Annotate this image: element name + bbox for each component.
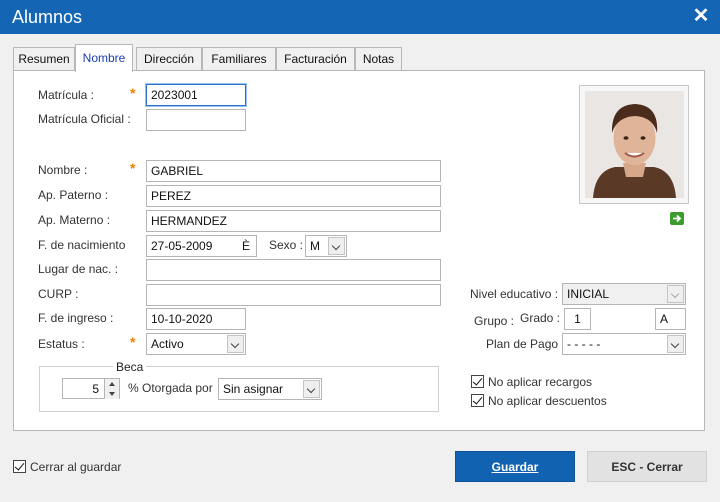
tab-direccion[interactable]: Dirección bbox=[136, 47, 202, 71]
required-mark: * bbox=[130, 85, 136, 101]
grado-input[interactable]: 1 bbox=[564, 308, 591, 330]
otorgada-label: Otorgada por bbox=[142, 381, 213, 395]
student-photo-icon bbox=[585, 91, 684, 198]
sexo-select[interactable]: M bbox=[305, 235, 347, 257]
nivel-educativo-label: Nivel educativo : bbox=[470, 287, 559, 301]
no-aplicar-recargos-label: No aplicar recargos bbox=[488, 375, 593, 389]
tab-notas[interactable]: Notas bbox=[355, 47, 402, 71]
chevron-down-icon[interactable] bbox=[227, 335, 244, 353]
f-nacimiento-label: F. de nacimiento bbox=[38, 238, 126, 252]
f-nacimiento-input[interactable]: 27-05-2009 È bbox=[146, 235, 257, 257]
student-photo-frame[interactable] bbox=[579, 85, 689, 204]
ap-paterno-input[interactable]: PEREZ bbox=[146, 185, 441, 207]
beca-legend: Beca bbox=[113, 360, 147, 374]
ap-materno-input[interactable]: HERMANDEZ bbox=[146, 210, 441, 232]
f-nacimiento-value: 27-05-2009 bbox=[151, 239, 213, 253]
beca-percent-value: 5 bbox=[92, 382, 99, 396]
tab-resumen[interactable]: Resumen bbox=[13, 47, 75, 71]
save-button-label: Guardar bbox=[491, 460, 539, 474]
required-mark: * bbox=[130, 334, 136, 350]
spinner-icon[interactable] bbox=[104, 379, 119, 399]
chevron-down-icon[interactable] bbox=[303, 380, 320, 398]
grado-label: Grado : bbox=[520, 311, 561, 325]
ap-paterno-label: Ap. Paterno : bbox=[38, 188, 109, 202]
no-aplicar-descuentos-checkbox[interactable] bbox=[471, 394, 484, 407]
arrow-right-icon bbox=[673, 214, 682, 223]
chevron-down-icon[interactable] bbox=[667, 335, 684, 353]
curp-label: CURP : bbox=[38, 287, 79, 301]
plan-pago-select[interactable]: - - - - - bbox=[562, 333, 686, 355]
save-button[interactable]: Guardar bbox=[455, 451, 575, 482]
tab-familiares[interactable]: Familiares bbox=[202, 47, 276, 71]
curp-input[interactable] bbox=[146, 284, 441, 306]
green-arrow-icon[interactable] bbox=[670, 212, 684, 225]
estatus-select[interactable]: Activo bbox=[146, 333, 246, 355]
lugar-nac-input[interactable] bbox=[146, 259, 441, 281]
close-icon[interactable]: ✕ bbox=[690, 5, 712, 27]
tab-nombre[interactable]: Nombre bbox=[75, 44, 133, 72]
f-ingreso-input[interactable]: 10-10-2020 bbox=[146, 308, 246, 330]
beca-percent-input[interactable]: 5 bbox=[62, 378, 120, 399]
plan-pago-value: - - - - - bbox=[567, 337, 601, 351]
cerrar-al-guardar-checkbox[interactable] bbox=[13, 460, 26, 473]
estatus-label: Estatus : bbox=[38, 337, 85, 351]
student-photo bbox=[585, 91, 684, 198]
matricula-oficial-input[interactable] bbox=[146, 109, 246, 131]
matricula-oficial-label: Matrícula Oficial : bbox=[38, 112, 131, 126]
grupo-input[interactable]: A bbox=[655, 308, 686, 330]
tab-panel: Matrícula : * 2023001 Matrícula Oficial … bbox=[13, 70, 705, 431]
title-bar: Alumnos ✕ bbox=[0, 0, 720, 34]
no-aplicar-recargos-checkbox[interactable] bbox=[471, 375, 484, 388]
required-mark: * bbox=[130, 160, 136, 176]
close-button[interactable]: ESC - Cerrar bbox=[587, 451, 707, 482]
lugar-nac-label: Lugar de nac. : bbox=[38, 262, 119, 276]
tab-facturacion[interactable]: Facturación bbox=[276, 47, 355, 71]
matricula-input[interactable]: 2023001 bbox=[146, 84, 246, 106]
matricula-label: Matrícula : bbox=[38, 88, 95, 102]
cerrar-al-guardar-label: Cerrar al guardar bbox=[30, 460, 122, 474]
plan-pago-label: Plan de Pago bbox=[486, 337, 559, 351]
window-title: Alumnos bbox=[12, 7, 83, 27]
date-picker-icon[interactable]: È bbox=[242, 236, 250, 256]
nombre-label: Nombre : bbox=[38, 163, 88, 177]
beca-percent-label: % bbox=[128, 381, 139, 395]
estatus-value: Activo bbox=[151, 337, 184, 351]
chevron-down-icon[interactable] bbox=[328, 237, 345, 255]
sexo-label: Sexo : bbox=[269, 238, 304, 252]
otorgada-select[interactable]: Sin asignar bbox=[218, 378, 322, 400]
sexo-value: M bbox=[310, 239, 320, 253]
nombre-input[interactable]: GABRIEL bbox=[146, 160, 441, 182]
chevron-down-icon[interactable] bbox=[667, 285, 684, 303]
otorgada-value: Sin asignar bbox=[223, 382, 284, 396]
f-ingreso-label: F. de ingreso : bbox=[38, 311, 114, 325]
nivel-educativo-value: INICIAL bbox=[567, 287, 610, 301]
grupo-label: Grupo : bbox=[474, 314, 515, 328]
ap-materno-label: Ap. Materno : bbox=[38, 213, 111, 227]
nivel-educativo-select[interactable]: INICIAL bbox=[562, 283, 686, 305]
no-aplicar-descuentos-label: No aplicar descuentos bbox=[488, 394, 607, 408]
